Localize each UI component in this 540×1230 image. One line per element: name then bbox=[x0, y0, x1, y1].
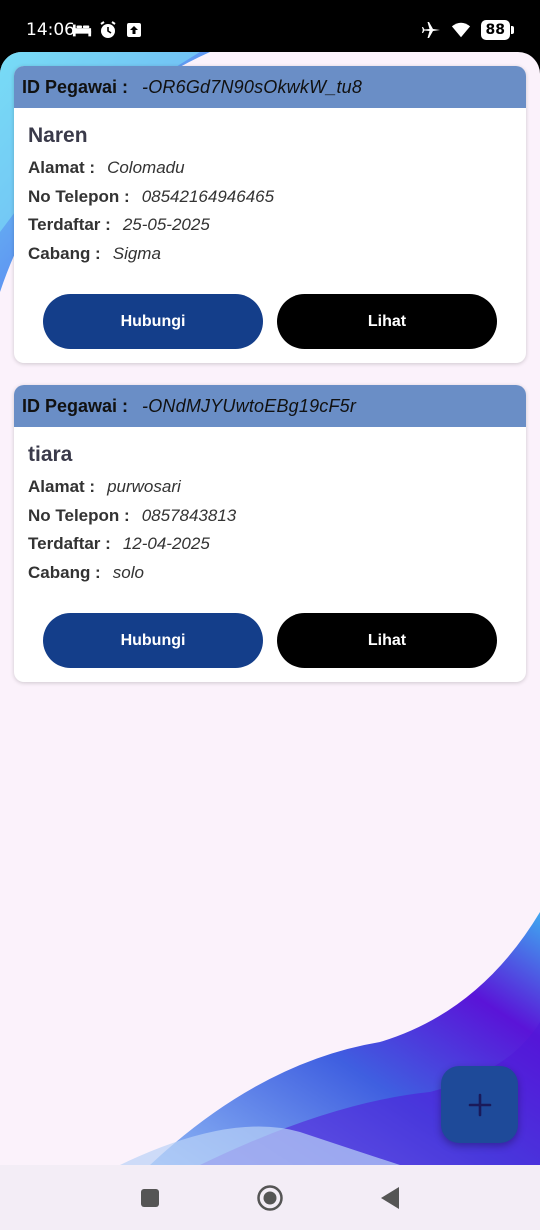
bed-icon bbox=[72, 20, 92, 40]
contact-button[interactable]: Hubungi bbox=[43, 294, 263, 349]
alarm-icon bbox=[98, 20, 118, 40]
employee-card: ID Pegawai : -OR6Gd7N90sOkwkW_tu8 Naren … bbox=[14, 66, 526, 363]
wifi-icon bbox=[451, 20, 471, 40]
add-employee-button[interactable] bbox=[441, 1066, 518, 1143]
phone-label: No Telepon : bbox=[28, 505, 130, 525]
battery-icon: 88 bbox=[480, 20, 514, 40]
registered-row: Terdaftar : 12-04-2025 bbox=[28, 534, 512, 563]
id-label: ID Pegawai : bbox=[22, 395, 129, 416]
branch-row: Cabang : Sigma bbox=[28, 244, 512, 273]
registered-value: 25-05-2025 bbox=[122, 215, 210, 234]
id-value: -ONdMJYUwtoEBg19cF5r bbox=[142, 395, 357, 416]
view-button[interactable]: Lihat bbox=[277, 294, 497, 349]
employee-name: Naren bbox=[28, 124, 88, 147]
phone-row: No Telepon : 08542164946465 bbox=[28, 187, 512, 216]
phone-value: 0857843813 bbox=[141, 505, 237, 525]
battery-level: 88 bbox=[480, 20, 510, 40]
home-icon[interactable] bbox=[255, 1183, 285, 1213]
upload-icon bbox=[124, 20, 144, 40]
address-value: Colomadu bbox=[107, 158, 185, 177]
phone-value: 08542164946465 bbox=[141, 186, 275, 206]
card-header: ID Pegawai : -OR6Gd7N90sOkwkW_tu8 bbox=[14, 66, 526, 108]
registered-label: Terdaftar : bbox=[28, 534, 111, 553]
plus-icon bbox=[468, 1093, 491, 1116]
status-right-icons: 88 bbox=[421, 20, 514, 40]
status-left-icons bbox=[72, 20, 144, 40]
branch-label: Cabang : bbox=[28, 562, 101, 582]
id-value: -OR6Gd7N90sOkwkW_tu8 bbox=[142, 76, 363, 97]
status-time: 14:06 bbox=[26, 20, 75, 40]
registered-value: 12-04-2025 bbox=[122, 534, 210, 553]
back-icon[interactable] bbox=[375, 1183, 405, 1213]
id-label: ID Pegawai : bbox=[22, 76, 129, 97]
branch-label: Cabang : bbox=[28, 243, 101, 263]
address-label: Alamat : bbox=[28, 477, 96, 496]
registered-label: Terdaftar : bbox=[28, 215, 111, 234]
address-row: Alamat : Colomadu bbox=[28, 158, 512, 187]
system-nav-bar bbox=[0, 1165, 540, 1230]
registered-row: Terdaftar : 25-05-2025 bbox=[28, 215, 512, 244]
card-header: ID Pegawai : -ONdMJYUwtoEBg19cF5r bbox=[14, 385, 526, 427]
address-value: purwosari bbox=[107, 477, 181, 496]
recents-icon[interactable] bbox=[135, 1183, 165, 1213]
branch-value: Sigma bbox=[112, 243, 161, 263]
employee-name: tiara bbox=[28, 443, 73, 466]
branch-value: solo bbox=[112, 562, 144, 582]
phone-label: No Telepon : bbox=[28, 186, 130, 206]
status-bar: 14:06 88 bbox=[0, 0, 540, 52]
contact-button[interactable]: Hubungi bbox=[43, 613, 263, 668]
branch-row: Cabang : solo bbox=[28, 563, 512, 592]
app-screen: ID Pegawai : -OR6Gd7N90sOkwkW_tu8 Naren … bbox=[0, 52, 540, 1165]
address-label: Alamat : bbox=[28, 158, 96, 177]
phone-row: No Telepon : 0857843813 bbox=[28, 506, 512, 535]
view-button[interactable]: Lihat bbox=[277, 613, 497, 668]
airplane-icon bbox=[421, 20, 441, 40]
address-row: Alamat : purwosari bbox=[28, 477, 512, 506]
employee-card: ID Pegawai : -ONdMJYUwtoEBg19cF5r tiara … bbox=[14, 385, 526, 682]
